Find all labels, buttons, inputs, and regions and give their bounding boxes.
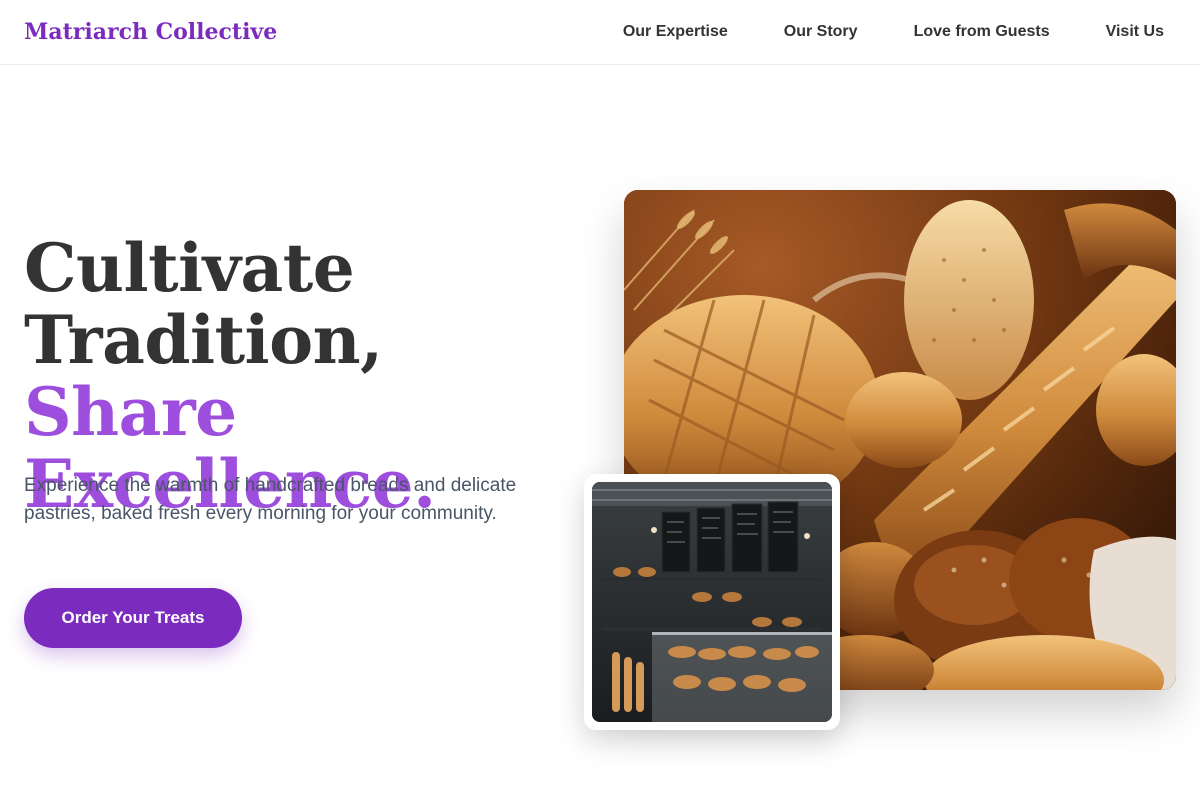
main-nav: Our Expertise Our Story Love from Guests… bbox=[623, 20, 1164, 44]
brand-logo[interactable]: Matriarch Collective bbox=[24, 17, 277, 47]
hero-title-line2: Tradition, bbox=[24, 301, 383, 379]
nav-love-from-guests[interactable]: Love from Guests bbox=[914, 20, 1050, 44]
bakery-counter-image bbox=[584, 474, 840, 730]
nav-our-expertise[interactable]: Our Expertise bbox=[623, 20, 728, 44]
bakery-interior-illustration bbox=[592, 482, 832, 722]
site-header: Matriarch Collective Our Expertise Our S… bbox=[0, 0, 1200, 65]
hero-title-accent-share: Share bbox=[24, 373, 237, 451]
nav-visit-us[interactable]: Visit Us bbox=[1106, 20, 1164, 44]
hero-title-line1: Cultivate bbox=[24, 229, 355, 307]
order-treats-button[interactable]: Order Your Treats bbox=[24, 588, 242, 648]
nav-our-story[interactable]: Our Story bbox=[784, 20, 858, 44]
hero-subtitle: Experience the warmth of handcrafted bre… bbox=[24, 475, 517, 524]
